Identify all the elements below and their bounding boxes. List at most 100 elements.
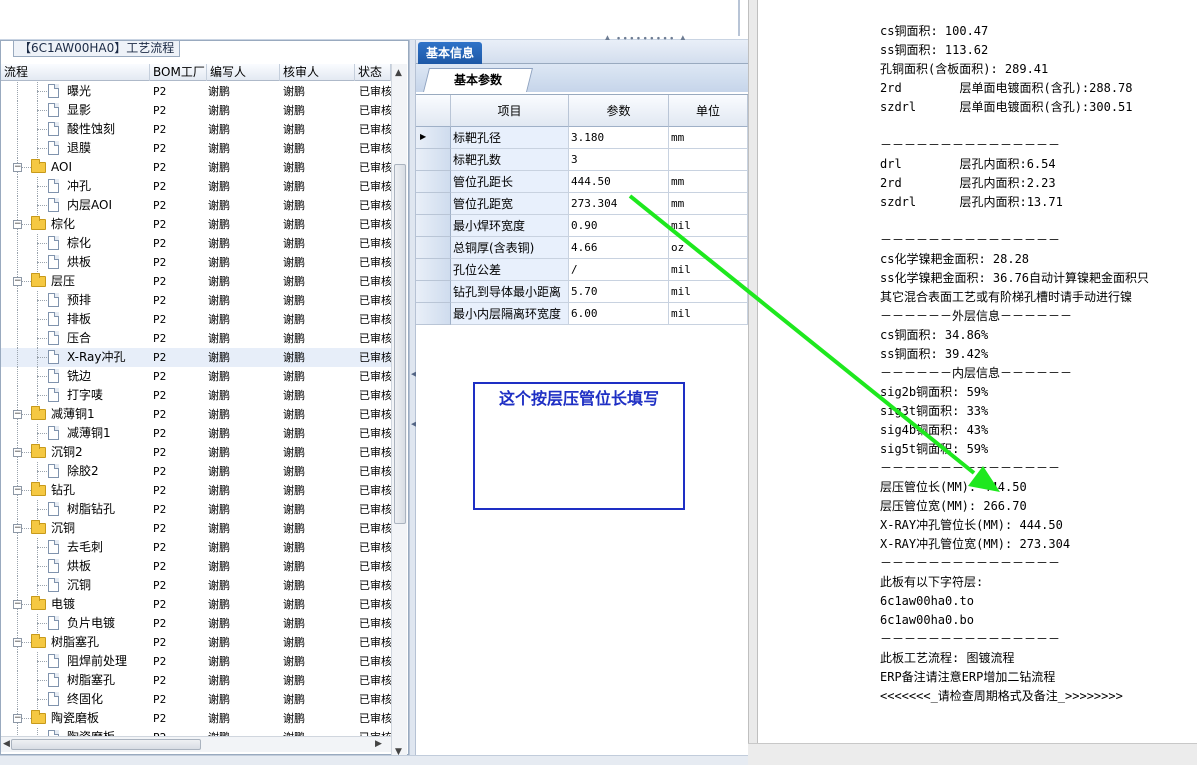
tree-group-row[interactable]: − 减薄铜1 P2 谢鹏 谢鹏 已审核: [1, 405, 391, 424]
params-row[interactable]: 最小焊环宽度 0.90 mil: [416, 215, 748, 237]
param-value[interactable]: 6.00: [569, 303, 669, 325]
scroll-thumb[interactable]: [394, 164, 406, 524]
row-header[interactable]: ▶: [416, 127, 451, 149]
vertical-scrollbar[interactable]: ▲ ▼: [391, 64, 407, 765]
row-header[interactable]: [416, 259, 451, 281]
row-header[interactable]: [416, 171, 451, 193]
row-header[interactable]: [416, 281, 451, 303]
status-cell: 已审核: [359, 465, 391, 478]
tree-row[interactable]: 棕化 P2 谢鹏 谢鹏 已审核: [1, 234, 391, 253]
tree-row[interactable]: X-Ray冲孔 P2 谢鹏 谢鹏 已审核: [1, 348, 391, 367]
param-value[interactable]: 3: [569, 149, 669, 171]
row-header[interactable]: [416, 215, 451, 237]
hscroll-thumb[interactable]: [11, 739, 201, 750]
column-header-process[interactable]: 流程: [1, 64, 150, 81]
tab-basic-params[interactable]: 基本参数: [423, 68, 533, 92]
tree-group-row[interactable]: − 层压 P2 谢鹏 谢鹏 已审核: [1, 272, 391, 291]
tree-guide-line: [17, 576, 18, 595]
tree-row[interactable]: 树脂钻孔 P2 谢鹏 谢鹏 已审核: [1, 500, 391, 519]
collapse-icon[interactable]: −: [13, 163, 22, 172]
column-header-reviewer[interactable]: 核审人: [280, 64, 355, 81]
collapse-icon[interactable]: −: [13, 524, 22, 533]
horizontal-scrollbar[interactable]: ◀ ▶: [1, 736, 391, 752]
tree-row[interactable]: 酸性蚀刻 P2 谢鹏 谢鹏 已审核: [1, 120, 391, 139]
column-header-status[interactable]: 状态: [355, 64, 391, 81]
row-header[interactable]: [416, 303, 451, 325]
author-cell: 谢鹏: [208, 313, 230, 326]
tree-row[interactable]: 铣边 P2 谢鹏 谢鹏 已审核: [1, 367, 391, 386]
tree-row[interactable]: 去毛刺 P2 谢鹏 谢鹏 已审核: [1, 538, 391, 557]
param-value[interactable]: /: [569, 259, 669, 281]
tree-group-row[interactable]: − 钻孔 P2 谢鹏 谢鹏 已审核: [1, 481, 391, 500]
collapse-icon[interactable]: −: [13, 638, 22, 647]
folder-icon: [31, 273, 46, 287]
collapse-icon[interactable]: −: [13, 448, 22, 457]
params-row[interactable]: 最小内层隔离环宽度 6.00 mil: [416, 303, 748, 325]
params-row[interactable]: 管位孔距宽 273.304 mm: [416, 193, 748, 215]
column-header-author[interactable]: 编写人: [207, 64, 280, 81]
tree-row[interactable]: 烘板 P2 谢鹏 谢鹏 已审核: [1, 557, 391, 576]
tree-row[interactable]: 阻焊前处理 P2 谢鹏 谢鹏 已审核: [1, 652, 391, 671]
scroll-right-icon[interactable]: ▶: [375, 739, 382, 749]
tree-row[interactable]: 退膜 P2 谢鹏 谢鹏 已审核: [1, 139, 391, 158]
params-row[interactable]: ▶ 标靶孔径 3.180 mm: [416, 127, 748, 149]
report-status-bar: [748, 743, 1197, 765]
param-value[interactable]: 273.304: [569, 193, 669, 215]
window-divider[interactable]: [748, 0, 758, 765]
tree-row[interactable]: 排板 P2 谢鹏 谢鹏 已审核: [1, 310, 391, 329]
row-header[interactable]: [416, 193, 451, 215]
collapse-icon[interactable]: −: [13, 486, 22, 495]
row-header[interactable]: [416, 149, 451, 171]
column-header-bom-factory[interactable]: BOM工厂: [150, 64, 207, 81]
tree-row[interactable]: 显影 P2 谢鹏 谢鹏 已审核: [1, 101, 391, 120]
collapse-icon[interactable]: −: [13, 600, 22, 609]
tree-row[interactable]: 内层AOI P2 谢鹏 谢鹏 已审核: [1, 196, 391, 215]
params-row[interactable]: 钻孔到导体最小距离 5.70 mil: [416, 281, 748, 303]
tree-row[interactable]: 除胶2 P2 谢鹏 谢鹏 已审核: [1, 462, 391, 481]
tree-group-row[interactable]: − 树脂塞孔 P2 谢鹏 谢鹏 已审核: [1, 633, 391, 652]
document-icon: [48, 141, 59, 155]
tree-guide-line: [37, 91, 47, 92]
tab-basic-info[interactable]: 基本信息: [418, 42, 482, 64]
tree-row[interactable]: 沉铜 P2 谢鹏 谢鹏 已审核: [1, 576, 391, 595]
tree-row[interactable]: 打字唛 P2 谢鹏 谢鹏 已审核: [1, 386, 391, 405]
tree-group-row[interactable]: − 棕化 P2 谢鹏 谢鹏 已审核: [1, 215, 391, 234]
bom-factory-cell: P2: [153, 237, 167, 250]
tree-row[interactable]: 冲孔 P2 谢鹏 谢鹏 已审核: [1, 177, 391, 196]
collapse-icon[interactable]: −: [13, 714, 22, 723]
tree-row[interactable]: 终固化 P2 谢鹏 谢鹏 已审核: [1, 690, 391, 709]
scroll-left-icon[interactable]: ◀: [3, 739, 10, 749]
panel-splitter[interactable]: ◀ ◀: [409, 40, 416, 755]
tree-row[interactable]: 烘板 P2 谢鹏 谢鹏 已审核: [1, 253, 391, 272]
param-value[interactable]: 5.70: [569, 281, 669, 303]
tree-row[interactable]: 曝光 P2 谢鹏 谢鹏 已审核: [1, 82, 391, 101]
reviewer-cell: 谢鹏: [283, 655, 305, 668]
params-header-param[interactable]: 参数: [569, 95, 669, 127]
scroll-up-icon[interactable]: ▲: [395, 68, 402, 78]
params-row[interactable]: 管位孔距长 444.50 mm: [416, 171, 748, 193]
tree-row[interactable]: 负片电镀 P2 谢鹏 谢鹏 已审核: [1, 614, 391, 633]
collapse-icon[interactable]: −: [13, 410, 22, 419]
params-header-item[interactable]: 项目: [451, 95, 569, 127]
tree-row[interactable]: 压合 P2 谢鹏 谢鹏 已审核: [1, 329, 391, 348]
tree-row[interactable]: 树脂塞孔 P2 谢鹏 谢鹏 已审核: [1, 671, 391, 690]
tree-row[interactable]: 减薄铜1 P2 谢鹏 谢鹏 已审核: [1, 424, 391, 443]
tree-group-row[interactable]: − 电镀 P2 谢鹏 谢鹏 已审核: [1, 595, 391, 614]
row-header[interactable]: [416, 237, 451, 259]
param-value[interactable]: 3.180: [569, 127, 669, 149]
tree-group-row[interactable]: − 沉铜2 P2 谢鹏 谢鹏 已审核: [1, 443, 391, 462]
params-row[interactable]: 孔位公差 / mil: [416, 259, 748, 281]
tree-row[interactable]: 预排 P2 谢鹏 谢鹏 已审核: [1, 291, 391, 310]
tree-group-row[interactable]: − 陶瓷磨板 P2 谢鹏 谢鹏 已审核: [1, 709, 391, 728]
params-row[interactable]: 标靶孔数 3: [416, 149, 748, 171]
param-value[interactable]: 4.66: [569, 237, 669, 259]
params-header-unit[interactable]: 单位: [669, 95, 748, 127]
param-value[interactable]: 0.90: [569, 215, 669, 237]
collapse-icon[interactable]: −: [13, 277, 22, 286]
params-row[interactable]: 总铜厚(含表铜) 4.66 oz: [416, 237, 748, 259]
tree-group-row[interactable]: − AOI P2 谢鹏 谢鹏 已审核: [1, 158, 391, 177]
tree-group-row[interactable]: − 沉铜 P2 谢鹏 谢鹏 已审核: [1, 519, 391, 538]
param-value[interactable]: 444.50: [569, 171, 669, 193]
collapse-icon[interactable]: −: [13, 220, 22, 229]
author-cell: 谢鹏: [208, 484, 230, 497]
